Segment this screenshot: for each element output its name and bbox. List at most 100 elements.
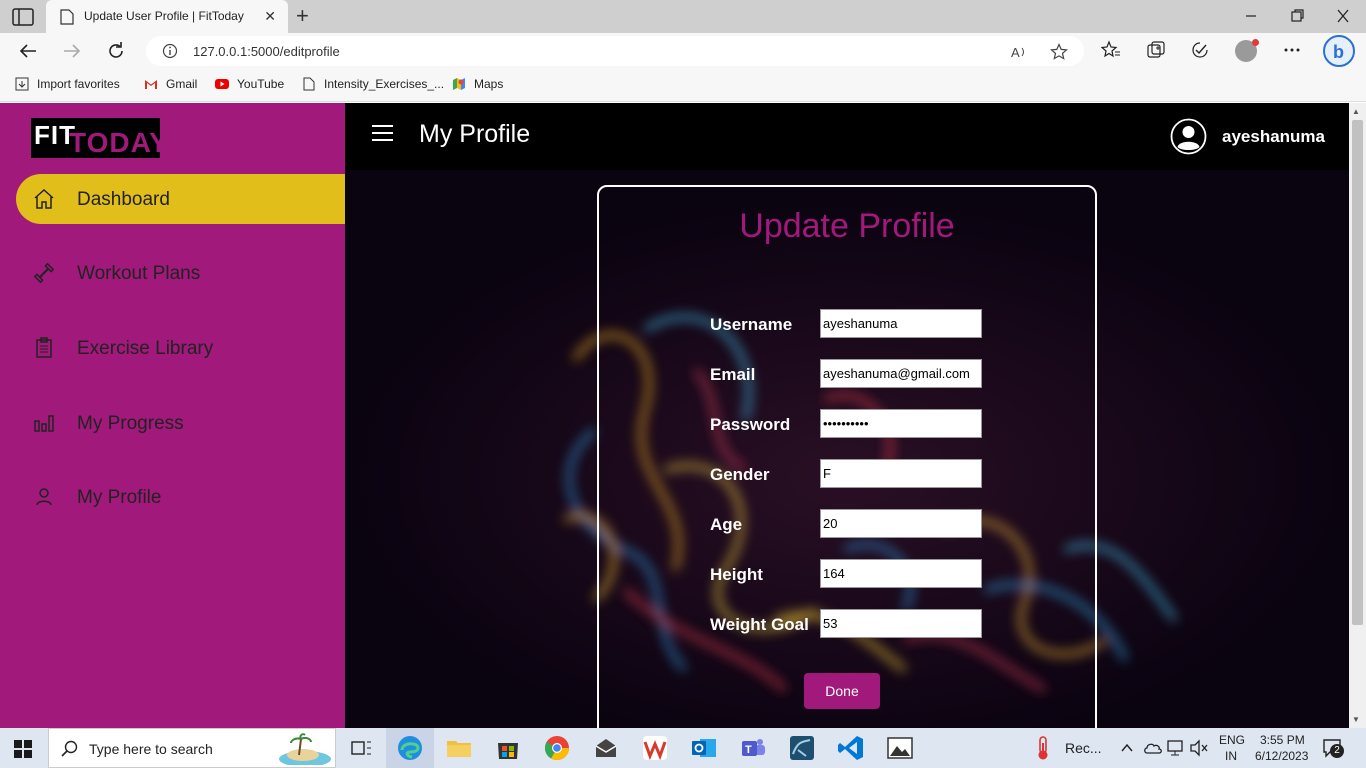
favorite-star-icon[interactable] <box>1050 43 1068 61</box>
height-input[interactable] <box>820 559 982 588</box>
windows-start-icon[interactable] <box>14 740 32 758</box>
read-aloud-icon[interactable]: A <box>1010 43 1028 61</box>
sidebar-item-my-profile[interactable]: My Profile <box>16 472 345 522</box>
onedrive-icon[interactable] <box>1143 738 1163 758</box>
web-page: FIT TODAY Dashboard Workout Plans Exerci… <box>0 103 1366 728</box>
logo[interactable]: FIT TODAY <box>31 118 168 158</box>
forward-arrow-icon[interactable] <box>61 40 83 62</box>
browser-tab-bar: Update User Profile | FitToday ✕ + <box>0 0 1366 33</box>
tab-title: Update User Profile | FitToday <box>84 9 244 23</box>
chrome-icon[interactable] <box>543 734 571 762</box>
sidebar-item-dashboard[interactable]: Dashboard <box>16 174 345 224</box>
page-icon <box>303 77 315 91</box>
main-content: My Profile ayeshanuma Update Profile Use… <box>345 103 1349 728</box>
profile-avatar[interactable] <box>1235 39 1259 62</box>
scrollbar-thumb[interactable] <box>1352 120 1363 625</box>
favorite-label: Intensity_Exercises_... <box>324 77 445 91</box>
show-hidden-icons-icon[interactable] <box>1119 740 1135 756</box>
favorite-import[interactable]: Import favorites <box>15 77 120 91</box>
favorite-youtube[interactable]: YouTube <box>215 77 284 91</box>
sidebar-item-label: Workout Plans <box>77 263 201 284</box>
clock-time[interactable]: 3:55 PM <box>1260 733 1305 747</box>
task-view-icon[interactable] <box>347 734 375 762</box>
site-info-icon[interactable] <box>162 43 178 59</box>
windows-taskbar: Type here to search T Rec... ENG IN 3:55… <box>0 728 1366 768</box>
username-input[interactable] <box>820 309 982 338</box>
favorites-list-icon[interactable] <box>1101 40 1121 60</box>
file-explorer-icon[interactable] <box>445 734 473 762</box>
refresh-icon[interactable] <box>105 40 127 62</box>
collections-icon[interactable] <box>1146 40 1166 60</box>
sidebar-item-my-progress[interactable]: My Progress <box>16 398 345 448</box>
logo-today-text: TODAY <box>69 127 169 158</box>
url-text[interactable]: 127.0.0.1:5000/editprofile <box>193 44 340 59</box>
youtube-icon <box>215 79 229 89</box>
restore-icon[interactable] <box>1287 9 1307 23</box>
form-row-height: Height <box>710 559 990 589</box>
bing-chat-icon[interactable]: b <box>1322 34 1356 68</box>
weight-goal-input[interactable] <box>820 609 982 638</box>
user-name[interactable]: ayeshanuma <box>1222 127 1325 147</box>
close-window-icon[interactable] <box>1333 9 1353 23</box>
notification-dot <box>1252 39 1259 46</box>
new-tab-button[interactable]: + <box>296 4 309 28</box>
volume-muted-icon[interactable] <box>1189 738 1209 758</box>
email-input[interactable] <box>820 359 982 388</box>
page-scrollbar[interactable]: ▲ ▼ <box>1349 103 1366 728</box>
tab-actions-icon[interactable] <box>12 8 34 26</box>
clock-date[interactable]: 6/12/2023 <box>1255 749 1308 763</box>
more-options-icon[interactable] <box>1282 40 1302 60</box>
gender-label: Gender <box>710 465 770 484</box>
language-indicator[interactable]: ENG <box>1219 733 1245 747</box>
sidebar-item-exercise-library[interactable]: Exercise Library <box>16 323 345 373</box>
teams-icon[interactable]: T <box>739 734 767 762</box>
minimize-icon[interactable] <box>1241 9 1261 23</box>
edge-browser-icon[interactable] <box>396 734 424 762</box>
wps-office-icon[interactable] <box>641 734 669 762</box>
menu-toggle-icon[interactable] <box>372 125 393 141</box>
favorite-label: Import favorites <box>37 77 120 91</box>
weight-goal-label: Weight Goal <box>710 615 809 634</box>
mail-icon[interactable] <box>592 734 620 762</box>
favorite-gmail[interactable]: Gmail <box>144 77 197 91</box>
performance-icon[interactable] <box>1190 40 1210 60</box>
bar-chart-icon <box>34 415 54 432</box>
address-bar[interactable]: 127.0.0.1:5000/editprofile A <box>146 36 1084 66</box>
home-icon <box>34 188 54 209</box>
sidebar-item-label: My Progress <box>77 413 184 434</box>
height-label: Height <box>710 565 763 584</box>
vscode-icon[interactable] <box>837 734 865 762</box>
photos-icon[interactable] <box>886 734 914 762</box>
browser-tab[interactable]: Update User Profile | FitToday ✕ <box>46 0 288 33</box>
language-region: IN <box>1225 749 1237 763</box>
age-input[interactable] <box>820 509 982 538</box>
favorite-intensity-exercises[interactable]: Intensity_Exercises_... <box>302 77 444 91</box>
gender-input[interactable] <box>820 459 982 488</box>
notifications-button[interactable]: 2 <box>1322 738 1344 758</box>
outlook-icon[interactable] <box>690 734 718 762</box>
scroll-up-icon[interactable]: ▲ <box>1352 107 1360 116</box>
form-row-email: Email <box>710 359 990 389</box>
form-row-password: Password <box>710 409 990 439</box>
microsoft-store-icon[interactable] <box>494 734 522 762</box>
weather-text[interactable]: Rec... <box>1065 740 1102 756</box>
network-icon[interactable] <box>1166 738 1186 758</box>
password-label: Password <box>710 415 791 434</box>
page-title: My Profile <box>419 120 531 148</box>
form-row-age: Age <box>710 509 990 539</box>
sidebar-item-workout-plans[interactable]: Workout Plans <box>16 248 345 298</box>
weather-icon[interactable] <box>1032 734 1054 762</box>
back-arrow-icon[interactable] <box>17 40 39 62</box>
favorite-label: Maps <box>474 77 504 91</box>
user-avatar-icon[interactable] <box>1170 118 1207 155</box>
favorite-label: YouTube <box>237 77 285 91</box>
tab-close-icon[interactable]: ✕ <box>264 8 276 25</box>
favorite-maps[interactable]: Maps <box>452 77 503 91</box>
mysql-workbench-icon[interactable] <box>788 734 816 762</box>
dumbbell-icon <box>33 262 55 284</box>
done-button[interactable]: Done <box>804 673 880 709</box>
import-icon <box>15 77 29 91</box>
password-input[interactable] <box>820 409 982 438</box>
taskbar-search[interactable]: Type here to search <box>48 728 336 768</box>
scroll-down-icon[interactable]: ▼ <box>1352 715 1360 724</box>
